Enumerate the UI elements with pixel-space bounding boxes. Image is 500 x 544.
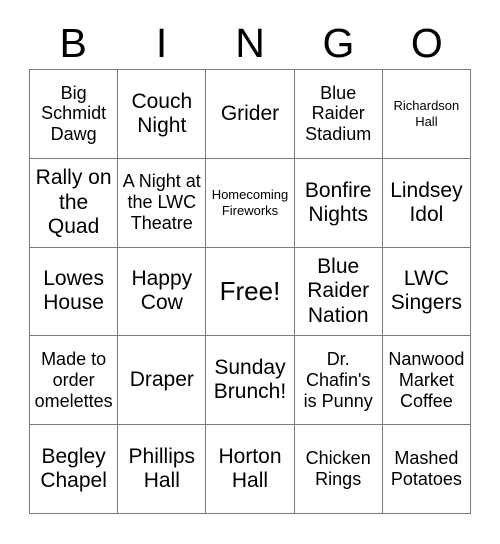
bingo-cell-r4c4[interactable]: Dr. Chafin's is Punny (294, 336, 383, 426)
bingo-card: B I N G O Big Schmidt Dawg Couch Night G… (0, 0, 500, 544)
bingo-header-row: B I N G O (29, 18, 471, 69)
bingo-cell-r2c2[interactable]: A Night at the LWC Theatre (118, 158, 207, 248)
bingo-cell-label: Richardson Hall (393, 98, 460, 129)
bingo-cell-label: Nanwood Market Coffee (388, 348, 465, 411)
bingo-cell-r5c1[interactable]: Begley Chapel (30, 425, 119, 514)
bingo-free-space-label: Free! (219, 275, 281, 306)
bingo-cell-r2c5[interactable]: Lindsey Idol (382, 158, 471, 248)
bingo-cell-r3c4[interactable]: Blue Raider Nation (294, 247, 383, 337)
bingo-header-letter-i: I (155, 20, 168, 66)
bingo-cell-r3c2[interactable]: Happy Cow (118, 247, 207, 337)
bingo-cell-r1c3[interactable]: Grider (206, 70, 295, 159)
bingo-header-letter-n: N (235, 20, 265, 66)
bingo-cell-r4c1[interactable]: Made to order omelettes (30, 336, 119, 426)
bingo-header-letter-g: G (322, 20, 355, 66)
bingo-cell-label: Phillips Hall (128, 444, 196, 493)
bingo-cell-r2c3[interactable]: Homecoming Fireworks (206, 158, 295, 248)
bingo-cell-label: Mashed Potatoes (390, 448, 462, 490)
bingo-cell-label: Couch Night (131, 89, 193, 137)
bingo-cell-free-space[interactable]: Free! (206, 247, 295, 337)
bingo-cell-r4c2[interactable]: Draper (118, 336, 207, 426)
bingo-cell-r5c5[interactable]: Mashed Potatoes (382, 425, 471, 514)
bingo-cell-label: Blue Raider Nation (307, 255, 370, 327)
bingo-cell-r5c4[interactable]: Chicken Rings (294, 425, 383, 514)
bingo-cell-label: Big Schmidt Dawg (41, 82, 107, 145)
bingo-cell-label: Dr. Chafin's is Punny (303, 348, 373, 411)
bingo-cell-label: Bonfire Nights (304, 178, 372, 226)
bingo-cell-label: Happy Cow (131, 267, 193, 315)
bingo-cell-r3c5[interactable]: LWC Singers (382, 247, 471, 337)
bingo-header-letter-b: B (59, 20, 87, 66)
bingo-cell-r1c5[interactable]: Richardson Hall (382, 70, 471, 159)
bingo-cell-r2c4[interactable]: Bonfire Nights (294, 158, 383, 248)
bingo-cell-r1c1[interactable]: Big Schmidt Dawg (30, 70, 119, 159)
bingo-cell-r5c3[interactable]: Horton Hall (206, 425, 295, 514)
bingo-cell-label: Lowes House (43, 267, 104, 315)
bingo-grid: Big Schmidt Dawg Couch Night Grider Blue… (29, 69, 471, 514)
bingo-cell-r1c4[interactable]: Blue Raider Stadium (294, 70, 383, 159)
bingo-cell-r4c5[interactable]: Nanwood Market Coffee (382, 336, 471, 426)
bingo-cell-label: Rally on the Quad (35, 166, 112, 238)
bingo-cell-r2c1[interactable]: Rally on the Quad (30, 158, 119, 248)
bingo-cell-label: Begley Chapel (40, 444, 107, 493)
bingo-cell-r1c2[interactable]: Couch Night (118, 70, 207, 159)
bingo-cell-label: Chicken Rings (305, 448, 371, 490)
bingo-cell-label: Homecoming Fireworks (211, 186, 289, 218)
bingo-cell-r4c3[interactable]: Sunday Brunch! (206, 336, 295, 426)
bingo-header-letter-o: O (410, 20, 443, 66)
bingo-cell-label: LWC Singers (390, 267, 462, 315)
bingo-cell-label: Grider (220, 101, 280, 125)
bingo-cell-label: Sunday Brunch! (213, 356, 287, 404)
bingo-cell-label: Blue Raider Stadium (305, 82, 372, 145)
bingo-cell-label: Horton Hall (218, 444, 282, 493)
bingo-cell-r5c2[interactable]: Phillips Hall (118, 425, 207, 514)
bingo-cell-label: Lindsey Idol (390, 178, 463, 226)
bingo-cell-label: A Night at the LWC Theatre (122, 171, 201, 234)
bingo-cell-label: Made to order omelettes (34, 348, 113, 411)
bingo-cell-label: Draper (129, 368, 194, 392)
bingo-cell-r3c1[interactable]: Lowes House (30, 247, 119, 337)
